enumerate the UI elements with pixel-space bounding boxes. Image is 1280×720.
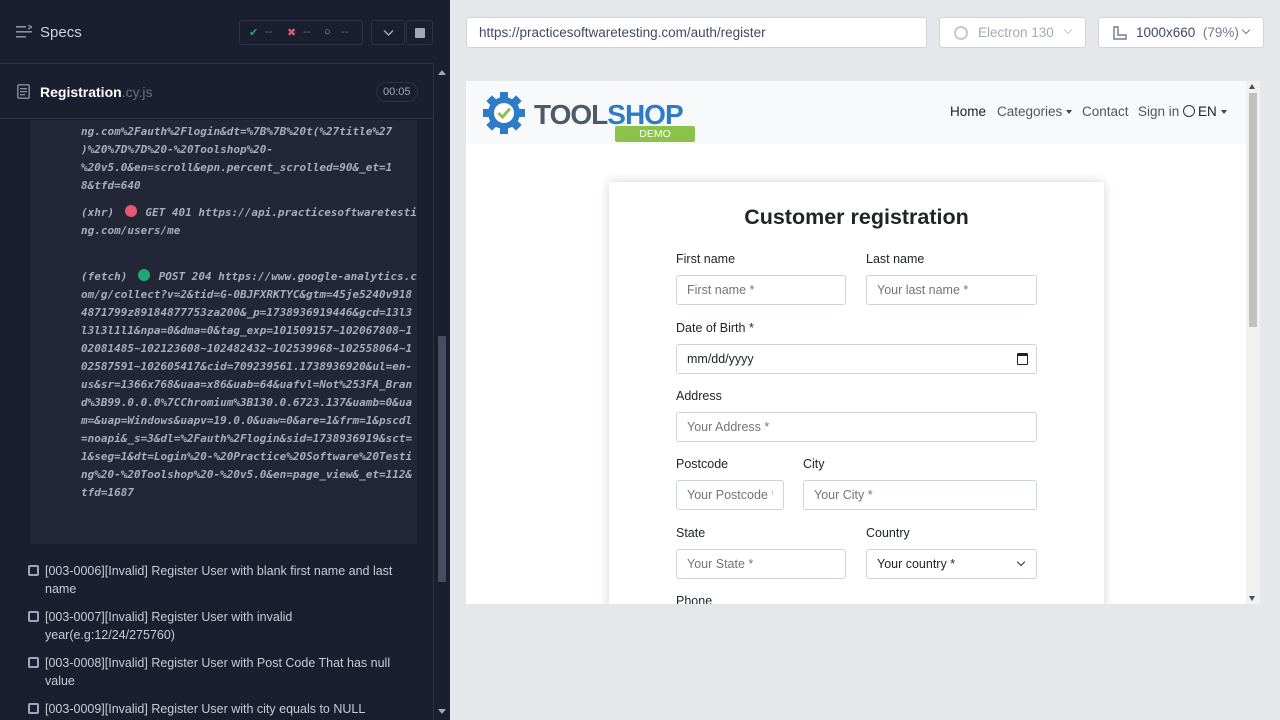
fetch-kind: (fetch) xyxy=(81,270,128,283)
country-label: Country xyxy=(866,526,910,540)
xhr-method: GET 401 xyxy=(145,206,192,219)
ruler-icon xyxy=(1113,26,1127,40)
xhr-log-entry[interactable]: (xhr) GET 401 https://api.practicesoftwa… xyxy=(81,204,417,240)
test-pending-icon xyxy=(28,611,39,622)
specs-header: Specs ✔ -- ✖ -- ○ -- xyxy=(0,0,433,64)
fetch-url: https://www.google-analytics.com/g/colle… xyxy=(81,270,417,499)
nav-home[interactable]: Home xyxy=(950,104,986,119)
test-pending-icon xyxy=(28,703,39,714)
fetch-log-entry[interactable]: (fetch) POST 204 https://www.google-anal… xyxy=(81,268,417,502)
caret-down-icon xyxy=(1220,110,1227,114)
spec-file-row[interactable]: Registration.cy.js 00:05 xyxy=(0,65,433,119)
chevron-down-icon xyxy=(383,29,394,37)
postcode-label: Postcode xyxy=(676,457,729,471)
frame-scrollbar[interactable] xyxy=(1246,81,1260,604)
spec-file-ext: .cy.js xyxy=(121,84,153,100)
scroll-down-icon[interactable] xyxy=(1249,596,1255,601)
page-title: Customer registration xyxy=(744,205,969,229)
viewport-scale: (79%) xyxy=(1202,25,1239,40)
spec-duration: 00:05 xyxy=(376,82,418,102)
failed-count: -- xyxy=(303,26,311,38)
pending-icon: ○ xyxy=(324,26,331,38)
nav-contact[interactable]: Contact xyxy=(1082,104,1129,119)
phone-label: Phone xyxy=(676,594,713,604)
browser-selector[interactable]: Electron 130 xyxy=(939,17,1086,48)
logo-text-tool: TOOL xyxy=(534,99,608,130)
test-pending-icon xyxy=(28,565,39,576)
viewport-selector[interactable]: 1000x660 (79%) xyxy=(1098,17,1264,48)
scroll-thumb[interactable] xyxy=(438,336,446,582)
first-name-input[interactable] xyxy=(676,275,846,305)
nav-categories[interactable]: Categories xyxy=(997,104,1073,119)
frame-scroll-thumb[interactable] xyxy=(1249,93,1257,327)
dob-value: mm/dd/yyyy xyxy=(687,352,754,366)
dob-input[interactable]: mm/dd/yyyy xyxy=(676,344,1037,374)
spec-file-name: Registration.cy.js xyxy=(40,84,153,100)
language-label: EN xyxy=(1198,104,1217,119)
fetch-method: POST 204 xyxy=(158,270,212,283)
address-input[interactable] xyxy=(676,412,1037,442)
language-selector[interactable]: EN xyxy=(1183,104,1227,119)
first-name-label: First name xyxy=(676,252,736,266)
test-title: [003-0009][Invalid] Register User with c… xyxy=(45,702,366,716)
scroll-down-icon[interactable] xyxy=(438,709,446,714)
error-status-icon xyxy=(124,205,137,217)
scroll-up-icon[interactable] xyxy=(438,70,446,75)
chevron-down-icon xyxy=(1016,557,1026,567)
calendar-icon[interactable] xyxy=(1017,353,1028,365)
city-input[interactable] xyxy=(803,480,1037,510)
scroll-up-icon[interactable] xyxy=(1249,84,1255,89)
reporter-scrollbar[interactable] xyxy=(433,64,450,720)
test-pending-icon xyxy=(28,657,39,668)
url-bar[interactable]: https://practicesoftwaretesting.com/auth… xyxy=(466,17,927,48)
chevron-down-icon xyxy=(1063,25,1073,35)
command-log: ng.com%2Fauth%2Flogin&dt=%7B%7B%20t(%27t… xyxy=(30,120,417,544)
test-stats: ✔ -- ✖ -- ○ -- xyxy=(239,20,363,45)
caret-down-icon xyxy=(1066,110,1073,114)
test-title: [003-0007][Invalid] Register User with i… xyxy=(45,610,293,642)
nav-categories-label: Categories xyxy=(997,104,1063,119)
test-title: [003-0008][Invalid] Register User with P… xyxy=(45,656,391,688)
passed-count: -- xyxy=(265,26,273,38)
specs-title[interactable]: Specs xyxy=(40,24,82,41)
city-label: City xyxy=(803,457,825,471)
spec-name-text: Registration xyxy=(40,84,122,100)
check-icon: ✔ xyxy=(249,27,259,39)
stop-button[interactable] xyxy=(406,20,433,45)
gear-icon xyxy=(483,92,525,134)
globe-icon xyxy=(1183,105,1195,117)
country-select[interactable]: Your country * xyxy=(866,549,1037,579)
toolshop-logo[interactable]: TOOLSHOP DEMO xyxy=(483,90,695,142)
viewport-dimensions: 1000x660 xyxy=(1136,25,1196,40)
viewport-size: 1000x660 (79%) xyxy=(1136,25,1239,40)
address-label: Address xyxy=(676,389,722,403)
state-input[interactable] xyxy=(676,549,846,579)
chevron-down-icon xyxy=(1241,25,1251,35)
dob-label: Date of Birth * xyxy=(676,321,754,335)
last-name-input[interactable] xyxy=(866,275,1037,305)
success-status-icon xyxy=(137,269,150,281)
browser-icon xyxy=(954,26,968,40)
file-icon xyxy=(17,84,30,99)
last-name-label: Last name xyxy=(866,252,925,266)
log-text: ng.com%2Fauth%2Flogin&dt=%7B%7B%20t(%27t… xyxy=(81,125,393,192)
test-title: [003-0006][Invalid] Register User with b… xyxy=(45,564,393,596)
demo-badge: DEMO xyxy=(615,126,695,142)
postcode-input[interactable] xyxy=(676,480,784,510)
menu-icon[interactable] xyxy=(16,25,32,39)
registration-card: Customer registration First name Last na… xyxy=(609,182,1104,604)
pending-count: -- xyxy=(341,26,349,38)
country-value: Your country * xyxy=(877,557,956,571)
expand-button[interactable] xyxy=(371,20,405,45)
app-frame: TOOLSHOP DEMO Home Categories Contact Si… xyxy=(466,81,1260,604)
nav-signin[interactable]: Sign in xyxy=(1138,104,1179,119)
x-icon: ✖ xyxy=(287,27,297,39)
cypress-reporter-panel: Specs ✔ -- ✖ -- ○ -- Registration.cy.js … xyxy=(0,0,450,720)
state-label: State xyxy=(676,526,706,540)
navbar: TOOLSHOP DEMO Home Categories Contact Si… xyxy=(466,81,1246,144)
stop-icon xyxy=(415,28,425,38)
browser-name: Electron 130 xyxy=(978,25,1054,40)
xhr-kind: (xhr) xyxy=(81,206,115,219)
